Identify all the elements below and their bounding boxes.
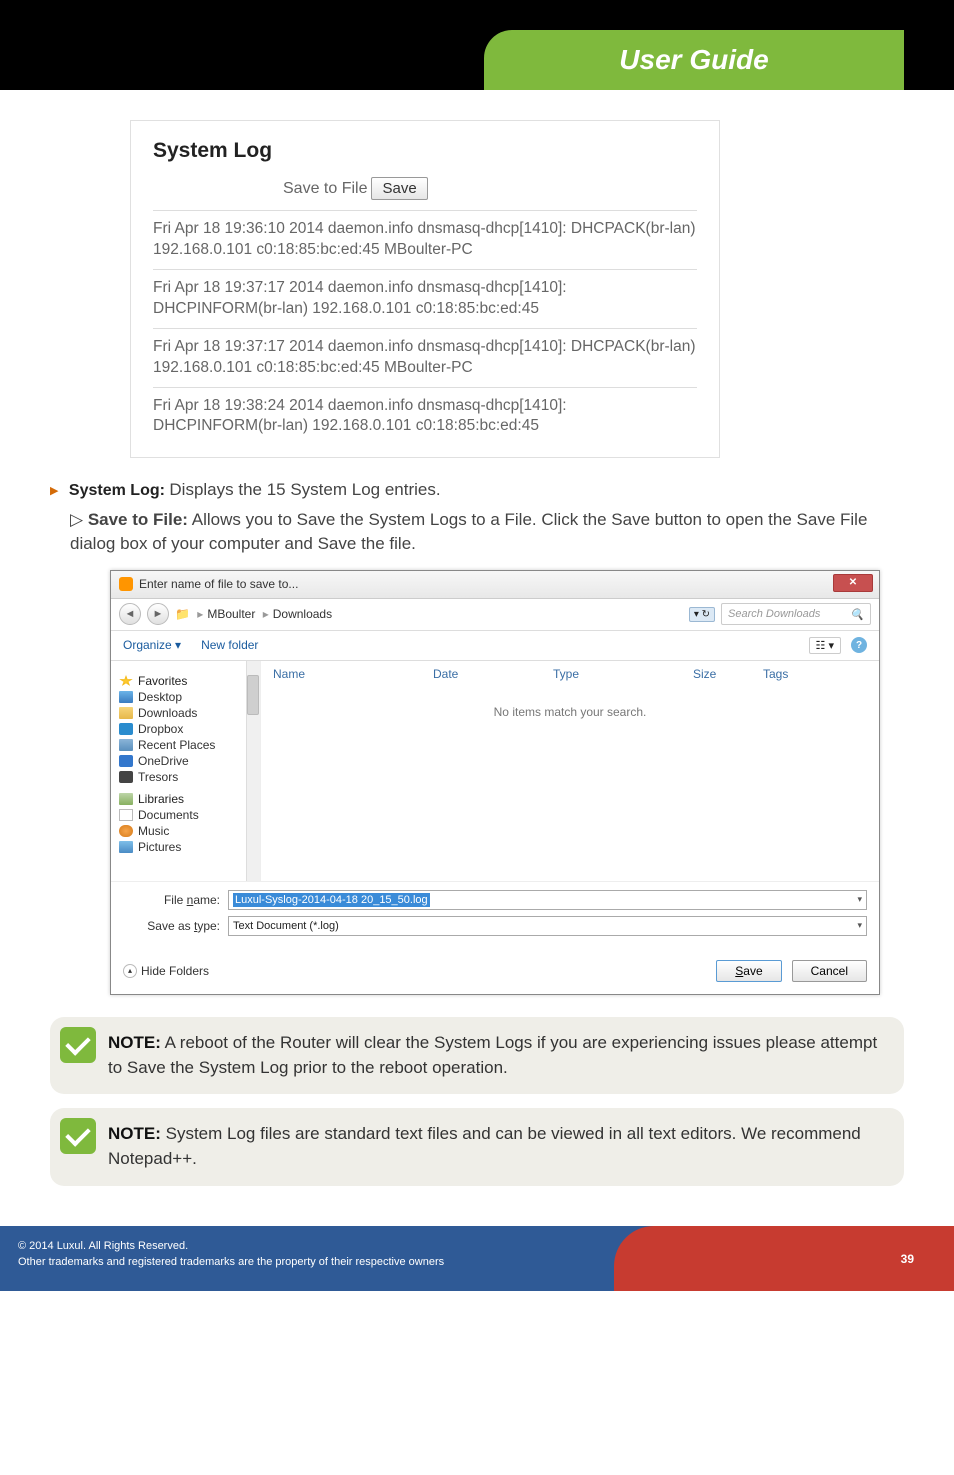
search-placeholder: Search Downloads (728, 608, 820, 620)
documents-icon (119, 809, 133, 821)
new-folder-button[interactable]: New folder (201, 638, 258, 652)
note-text: System Log files are standard text files… (108, 1124, 861, 1168)
folder-icon (119, 707, 133, 719)
tree-desktop[interactable]: Desktop (115, 689, 256, 705)
close-button[interactable]: ✕ (833, 574, 873, 592)
bullet-desc: Allows you to Save the System Logs to a … (70, 510, 867, 553)
scrollbar-thumb[interactable] (247, 675, 259, 715)
chevron-down-icon[interactable]: ▾ (857, 894, 862, 905)
breadcrumb-dropdown[interactable]: ▾ ↻ (689, 607, 715, 622)
crumb-segment[interactable]: MBoulter (207, 607, 255, 621)
tree-tresors[interactable]: Tresors (115, 769, 256, 785)
header-title: User Guide (619, 44, 768, 76)
save-button[interactable]: Save (371, 177, 427, 200)
view-button[interactable]: ☷ ▾ (809, 637, 841, 654)
bullet-label: Save to File: (88, 510, 188, 529)
note-label: NOTE: (108, 1033, 161, 1052)
breadcrumb[interactable]: 📁 ▸MBoulter ▸Downloads (175, 607, 683, 621)
tree-dropbox[interactable]: Dropbox (115, 721, 256, 737)
file-list: Name Date Type Size Tags No items match … (261, 661, 879, 881)
music-icon (119, 825, 133, 837)
log-entry: Fri Apr 18 19:38:24 2014 daemon.info dns… (153, 387, 697, 446)
bullet-desc: Displays the 15 System Log entries. (169, 480, 440, 499)
save-to-file-label: Save to File (283, 180, 367, 198)
tree-downloads[interactable]: Downloads (115, 705, 256, 721)
triangle-icon: ▷ (70, 510, 83, 529)
dialog-address-bar: ◄ ► 📁 ▸MBoulter ▸Downloads ▾ ↻ Search Do… (111, 599, 879, 631)
bullet-save-to-file: ▷ Save to File: Allows you to Save the S… (70, 508, 904, 556)
log-entry: Fri Apr 18 19:36:10 2014 daemon.info dns… (153, 210, 697, 269)
organize-button[interactable]: Organize ▾ (123, 638, 181, 652)
tree-recent[interactable]: Recent Places (115, 737, 256, 753)
dialog-title: Enter name of file to save to... (139, 577, 298, 591)
filename-value: Luxul-Syslog-2014-04-18 20_15_50.log (233, 893, 430, 907)
checkmark-icon (60, 1027, 96, 1063)
saveas-value: Text Document (*.log) (233, 920, 339, 932)
dialog-save-button[interactable]: Save (716, 960, 781, 982)
dialog-cancel-button[interactable]: Cancel (792, 960, 867, 982)
triangle-icon: ▶ (50, 484, 58, 497)
search-input[interactable]: Search Downloads 🔍 (721, 603, 871, 625)
filename-label: File name: (123, 893, 228, 907)
log-entry: Fri Apr 18 19:37:17 2014 daemon.info dns… (153, 269, 697, 328)
filename-field[interactable]: Luxul-Syslog-2014-04-18 20_15_50.log ▾ (228, 890, 867, 910)
note-reboot: NOTE: A reboot of the Router will clear … (50, 1017, 904, 1094)
chevron-down-icon[interactable]: ▾ (857, 920, 862, 931)
folder-icon: 📁 (175, 607, 190, 621)
firefox-icon (119, 577, 133, 591)
tree-music[interactable]: Music (115, 823, 256, 839)
bullet-system-log: ▶ System Log: Displays the 15 System Log… (50, 480, 904, 500)
nav-forward-button[interactable]: ► (147, 603, 169, 625)
system-log-heading: System Log (153, 139, 697, 163)
log-entry: Fri Apr 18 19:37:17 2014 daemon.info dns… (153, 328, 697, 387)
note-label: NOTE: (108, 1124, 161, 1143)
star-icon (119, 675, 133, 687)
col-tags[interactable]: Tags (763, 667, 823, 681)
dialog-toolbar: Organize ▾ New folder ☷ ▾ ? (111, 631, 879, 661)
tree-documents[interactable]: Documents (115, 807, 256, 823)
page-footer: © 2014 Luxul. All Rights Reserved. Other… (0, 1226, 954, 1291)
dialog-titlebar: Enter name of file to save to... ✕ (111, 571, 879, 599)
col-name[interactable]: Name (273, 667, 433, 681)
saveas-label: Save as type: (123, 919, 228, 933)
hide-folders-button[interactable]: ▴ Hide Folders (123, 964, 209, 978)
help-button[interactable]: ? (851, 637, 867, 653)
search-icon: 🔍 (850, 608, 864, 621)
desktop-icon (119, 691, 133, 703)
tree-pictures[interactable]: Pictures (115, 839, 256, 855)
recent-icon (119, 739, 133, 751)
save-file-dialog: Enter name of file to save to... ✕ ◄ ► 📁… (110, 570, 880, 995)
system-log-panel: System Log Save to File Save Fri Apr 18 … (130, 120, 720, 458)
libraries-icon (119, 793, 133, 805)
tree-onedrive[interactable]: OneDrive (115, 753, 256, 769)
header-tab: User Guide (484, 30, 904, 90)
tree-favorites[interactable]: Favorites (115, 673, 256, 689)
onedrive-icon (119, 755, 133, 767)
tresors-icon (119, 771, 133, 783)
chevron-up-icon: ▴ (123, 964, 137, 978)
note-textfile: NOTE: System Log files are standard text… (50, 1108, 904, 1185)
crumb-segment[interactable]: Downloads (273, 607, 332, 621)
bullet-label: System Log: (69, 482, 165, 499)
col-date[interactable]: Date (433, 667, 553, 681)
nav-back-button[interactable]: ◄ (119, 603, 141, 625)
empty-message: No items match your search. (273, 705, 867, 719)
page-number: 39 (901, 1250, 914, 1268)
col-type[interactable]: Type (553, 667, 693, 681)
col-size[interactable]: Size (693, 667, 763, 681)
checkmark-icon (60, 1118, 96, 1154)
saveas-field[interactable]: Text Document (*.log) ▾ (228, 916, 867, 936)
pictures-icon (119, 841, 133, 853)
note-text: A reboot of the Router will clear the Sy… (108, 1033, 877, 1077)
folder-tree: Favorites Desktop Downloads Dropbox Rece… (111, 661, 261, 881)
tree-libraries[interactable]: Libraries (115, 791, 256, 807)
page-header: User Guide (0, 0, 954, 90)
dropbox-icon (119, 723, 133, 735)
